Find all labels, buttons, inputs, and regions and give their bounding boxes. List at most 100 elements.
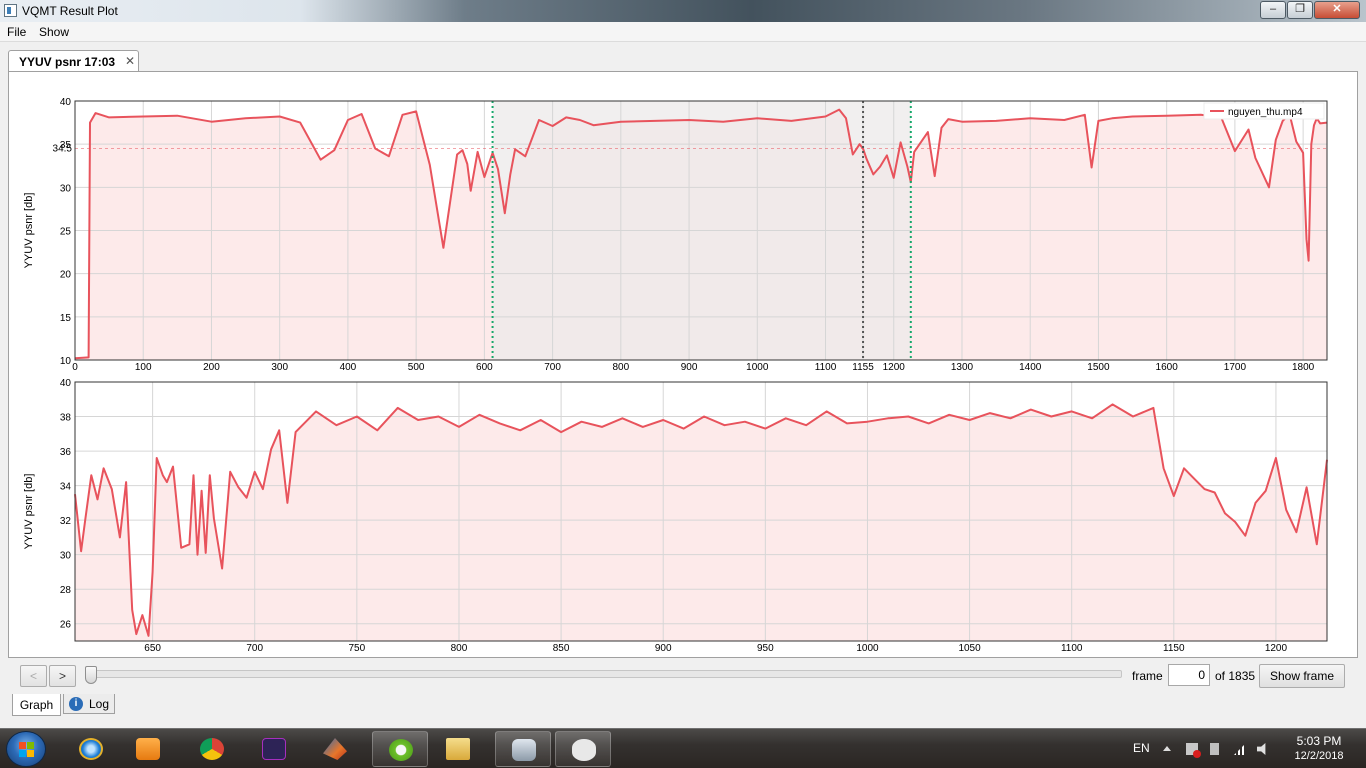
frame-controls: < > frame 0 of 1835 Show frame [0,658,1366,693]
volume-icon[interactable] [1257,743,1266,755]
y-tick-label: 40 [60,378,72,389]
x-tick-label: 500 [408,362,425,373]
frame-slider[interactable] [86,670,1122,678]
x-tick-label: 1200 [1265,643,1288,654]
x-tick-label: 750 [349,643,366,654]
overview-chart[interactable]: 34.50 100 200 300 400 500 600 700 800 900 1000 1100… [23,97,1328,373]
x-tick-label: 950 [757,643,774,654]
y-tick-label: 38 [60,413,72,424]
taskbar-camera-app[interactable] [495,731,551,767]
taskbar: EN 5:03 PM 12/2/2018 [0,728,1366,768]
taskbar-eye-viewer[interactable] [555,731,611,767]
y-axis-label: YYUV psnr [db] [23,474,35,550]
window-title: VQMT Result Plot [22,4,118,18]
x-tick-label: 1150 [1163,643,1185,654]
taskbar-scope-app[interactable] [246,731,302,767]
chrome-icon [200,738,224,760]
x-tick-label: 900 [681,362,698,373]
taskbar-internet-explorer[interactable] [63,731,119,767]
x-tick-label: 1155 [852,362,874,373]
x-tick-label: 1800 [1292,362,1315,373]
matlab-icon [323,738,347,760]
minimize-button[interactable]: ‒ [1260,1,1286,19]
x-tick-label: 100 [135,362,152,373]
y-tick-label: 25 [60,227,72,238]
legend-label: nguyen_thu.mp4 [1228,107,1303,118]
network-signal-icon[interactable] [1234,743,1246,755]
frame-label: frame [1132,669,1163,683]
y-tick-label: 32 [60,516,72,527]
frame-slider-handle[interactable] [85,666,97,684]
y-tick-label: 20 [60,270,72,281]
app-icon [4,4,17,17]
info-icon: i [69,697,83,711]
menu-show[interactable]: Show [39,25,69,39]
y-tick-label: 26 [60,620,72,631]
y-tick-label: 35 [60,140,72,151]
plots-canvas: 34.50 100 200 300 400 500 600 700 800 900 1000 1100… [23,97,1328,654]
y-tick-label: 36 [60,447,72,458]
tab-log[interactable]: i Log [63,694,115,714]
close-window-button[interactable]: ✕ [1314,1,1360,19]
x-tick-label: 1600 [1156,362,1179,373]
x-tick-label: 1200 [883,362,906,373]
y-tick-label: 34 [60,482,72,493]
x-tick-label: 700 [246,643,263,654]
x-tick-label: 300 [271,362,288,373]
show-frame-button[interactable]: Show frame [1259,664,1345,688]
x-tick-label: 1500 [1087,362,1110,373]
x-tick-label: 1000 [856,643,879,654]
tab-graph[interactable]: Graph [12,694,61,716]
tab-label: YYUV psnr 17:03 [19,55,116,69]
y-tick-label: 10 [60,356,72,367]
taskbar-media-player[interactable] [120,731,176,767]
frame-total-label: of 1835 [1215,669,1256,683]
media-player-icon [136,738,160,760]
menu-bar: File Show [0,22,1366,42]
x-tick-label: 1050 [958,643,981,654]
y-tick-label: 30 [60,183,72,194]
x-tick-label: 1000 [746,362,769,373]
zoom-chart[interactable]: 650 700 750 800 850 900 950 1000 1050 1100 1150 120… [23,378,1328,654]
x-tick-label: 600 [476,362,493,373]
app-window: VQMT Result Plot ‒ ❐ ✕ File Show YYUV ps… [0,0,1366,728]
next-frame-button[interactable]: > [49,665,76,687]
show-hidden-icons-icon[interactable] [1163,746,1171,751]
tab-close-icon[interactable]: ✕ [125,54,135,68]
tab-yyuv-psnr[interactable]: YYUV psnr 17:03 ✕ [8,50,139,72]
y-tick-label: 15 [60,313,72,324]
x-tick-label: 1700 [1224,362,1247,373]
scope-app-icon [262,738,286,760]
taskbar-chrome[interactable] [184,731,240,767]
clock-date[interactable]: 12/2/2018 [1286,750,1352,762]
y-tick-label: 40 [60,97,72,108]
taskbar-file-explorer[interactable] [430,731,486,767]
x-tick-label: 0 [72,362,78,373]
x-tick-label: 1100 [815,362,837,373]
y-tick-label: 28 [60,585,72,596]
maximize-button[interactable]: ❐ [1287,1,1313,19]
x-tick-label: 1400 [1019,362,1042,373]
x-tick-label: 850 [553,643,570,654]
action-center-flag-icon[interactable] [1186,743,1201,758]
language-indicator[interactable]: EN [1133,741,1150,755]
tab-log-label: Log [89,697,110,711]
device-icon[interactable] [1210,743,1219,755]
x-tick-label: 400 [340,362,357,373]
start-button[interactable] [6,731,46,767]
taskbar-vqmt[interactable] [372,731,428,767]
x-tick-label: 700 [544,362,561,373]
clock-time[interactable]: 5:03 PM [1286,734,1352,748]
frame-number-input[interactable]: 0 [1168,664,1210,686]
camera-app-icon [512,739,536,761]
vqmt-icon [389,739,413,761]
y-axis-label: YYUV psnr [db] [23,193,35,269]
x-tick-label: 650 [144,643,161,654]
x-tick-label: 800 [451,643,468,654]
menu-file[interactable]: File [7,25,26,39]
prev-frame-button[interactable]: < [20,665,47,687]
taskbar-matlab[interactable] [307,731,363,767]
title-bar[interactable]: VQMT Result Plot ‒ ❐ ✕ [0,0,1366,22]
y-tick-label: 30 [60,551,72,562]
x-tick-label: 900 [655,643,672,654]
